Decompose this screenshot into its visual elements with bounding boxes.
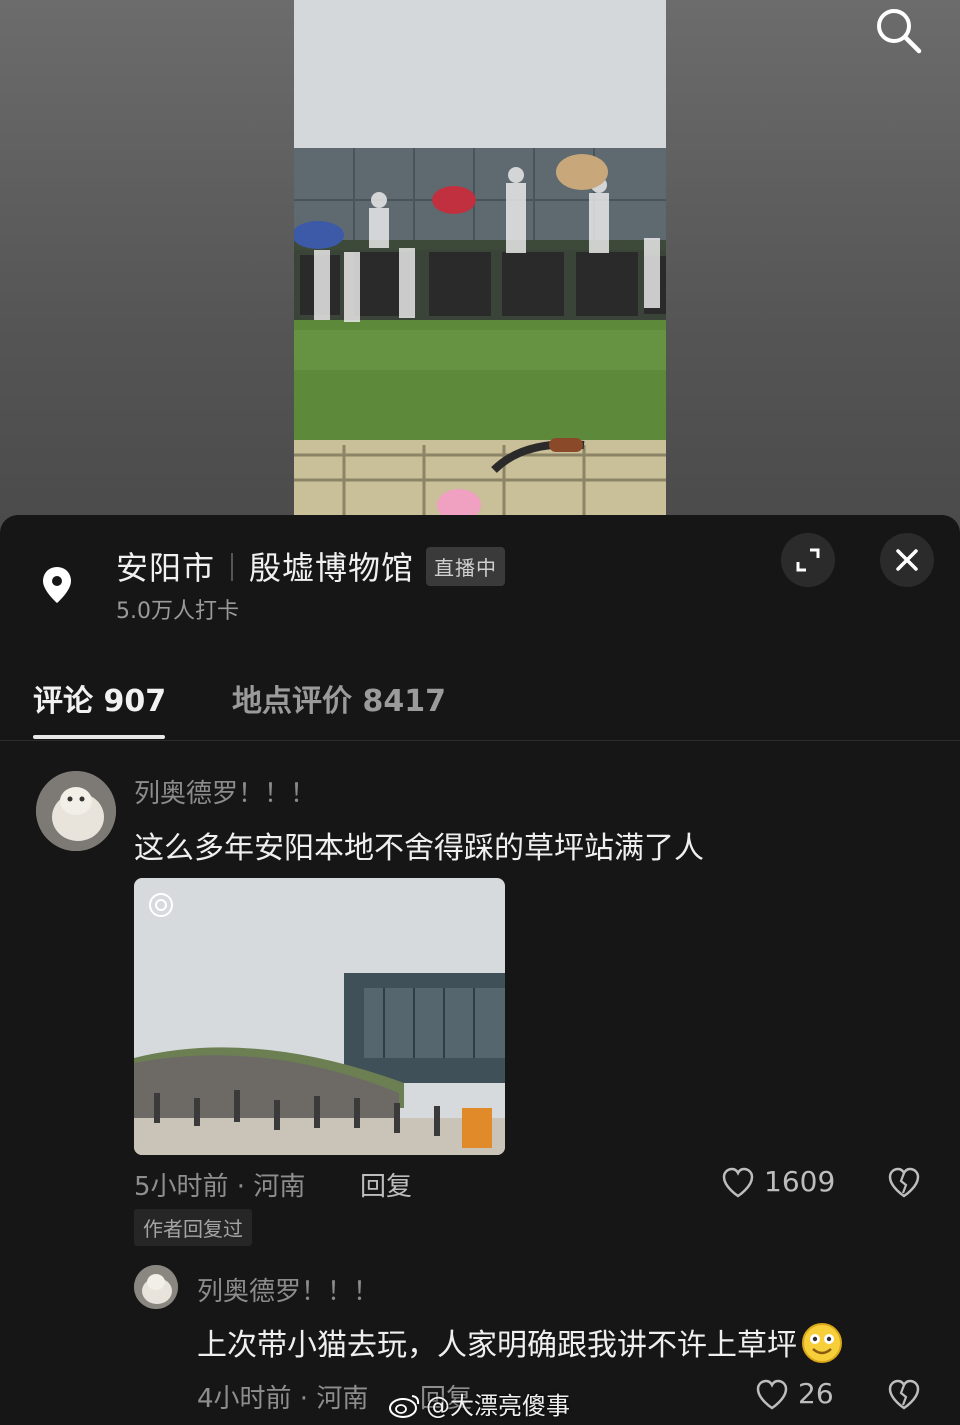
close-icon [896,549,918,571]
search-icon [877,9,922,54]
checkin-count: 5.0万人打卡 [116,599,239,624]
location-title[interactable]: 安阳市 殷墟博物馆 直播中 [116,543,506,590]
tab-comments[interactable]: 评论 907 [33,676,166,720]
like-button[interactable]: 1609 [720,1165,840,1201]
close-button[interactable] [880,533,934,587]
like-count: 1609 [764,1165,836,1198]
screen: 安阳市 殷墟博物馆 直播中 5.0万人打卡 评论 907 地点评价 8417 列奥德… [0,0,960,1425]
search-button[interactable] [870,2,926,58]
broken-heart-icon [888,1379,920,1410]
reply-username[interactable]: 列奥德罗！！！ [197,1271,379,1308]
live-badge: 直播中 [426,546,506,586]
broken-heart-icon [888,1167,920,1198]
author-replied-tag: 作者回复过 [134,1209,252,1246]
watermark-text: @大漂亮傻事 [426,1392,570,1420]
reply-like-button[interactable]: 26 [754,1377,854,1413]
cat-avatar-image [36,771,116,851]
heart-icon [722,1167,754,1198]
expand-button[interactable] [781,533,835,587]
reply-dislike-button[interactable] [886,1377,922,1413]
location-city: 安阳市 [116,549,216,587]
reply-like-count: 26 [798,1377,834,1410]
avatar[interactable] [36,771,116,851]
expand-icon [796,548,820,572]
location-separator [231,553,234,581]
heart-icon [756,1379,788,1410]
active-tab-indicator [33,735,165,739]
video-player[interactable] [294,0,666,515]
weibo-watermark: @大漂亮傻事 [388,1386,570,1421]
reply-time-location: 4小时前 · 河南 [197,1384,369,1414]
comment-username[interactable]: 列奥德罗！！！ [134,773,316,810]
crowd-photo [134,878,505,1155]
smiling-emoji-icon [802,1322,842,1363]
comment-time-location: 5小时前 · 河南 [134,1172,306,1202]
reply-avatar[interactable] [134,1265,178,1309]
comment-image[interactable] [134,878,505,1155]
location-pin-icon [43,567,71,603]
dislike-button[interactable] [886,1165,922,1201]
reply-text-row: 上次带小猫去玩，人家明确跟我讲不许上草坪 [197,1320,843,1368]
comment-text: 这么多年安阳本地不舍得踩的草坪站满了人 [134,831,704,866]
tab-place-reviews[interactable]: 地点评价 8417 [232,676,446,720]
tab-divider [0,740,960,741]
video-frame [294,0,666,515]
location-place: 殷墟博物馆 [249,549,415,587]
reply-text: 上次带小猫去玩，人家明确跟我讲不许上草坪 [197,1328,797,1363]
reply-button[interactable]: 回复 [360,1166,412,1203]
cat-avatar-image [134,1265,178,1309]
weibo-logo-icon [389,1395,420,1418]
